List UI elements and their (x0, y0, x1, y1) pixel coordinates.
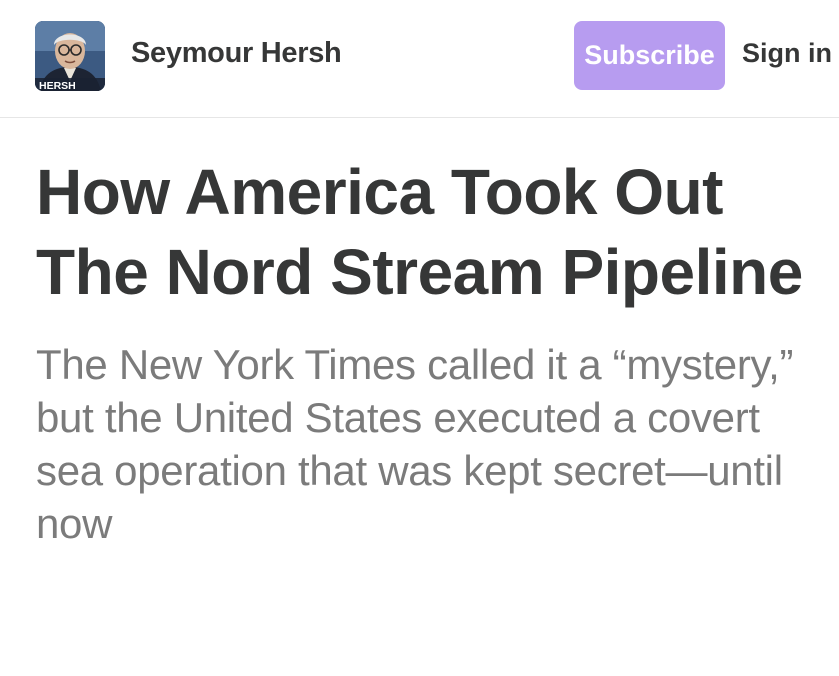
subscribe-button[interactable]: Subscribe (574, 21, 725, 90)
article-subtitle: The New York Times called it a “mystery,… (36, 341, 794, 547)
article-header: How America Took Out The Nord Stream Pip… (36, 152, 816, 550)
publication-logo[interactable]: HERSH (35, 21, 105, 91)
portrait-icon: HERSH (35, 21, 105, 91)
publication-name[interactable]: Seymour Hersh (131, 37, 342, 70)
sign-in-link[interactable]: Sign in (742, 38, 832, 69)
avatar-caption: HERSH (39, 80, 76, 91)
site-header: HERSH Seymour Hersh Subscribe Sign in (0, 0, 839, 118)
article-title: How America Took Out The Nord Stream Pip… (36, 156, 803, 308)
